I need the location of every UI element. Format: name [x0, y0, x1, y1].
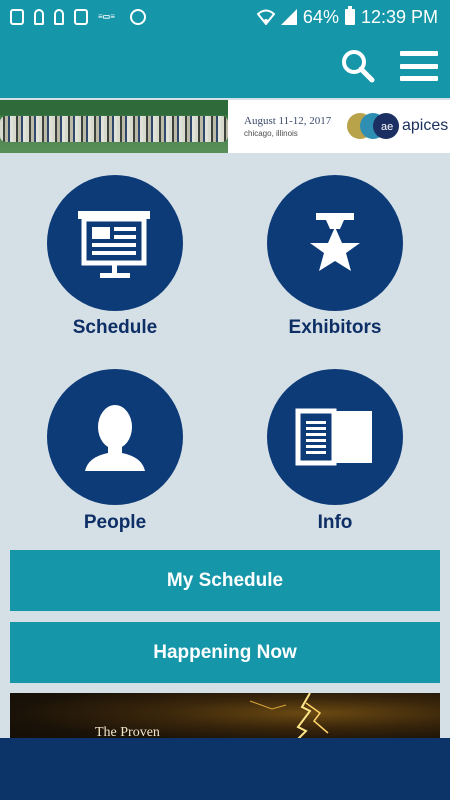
sync-notification-icon — [130, 9, 146, 25]
search-button[interactable] — [340, 48, 376, 84]
banner-location: chicago, illinois — [244, 129, 298, 138]
group-photo — [0, 100, 228, 153]
battery-icon — [344, 6, 355, 25]
schedule-tile[interactable]: Schedule — [30, 175, 200, 355]
search-icon — [342, 50, 375, 83]
bottom-bar — [0, 738, 450, 800]
app-notification-icon: ≡▭≡ — [98, 12, 115, 21]
system-status: 64% 12:39 PM — [256, 0, 438, 34]
banner-date: August 11-12, 2017 — [244, 115, 332, 127]
info-label: Info — [317, 512, 353, 533]
sponsor-ad-image[interactable]: The Proven — [10, 693, 440, 743]
apices-logo-icon: ae — [347, 113, 399, 139]
event-banner[interactable]: August 11-12, 2017 chicago, illinois ae … — [0, 100, 450, 153]
wifi-icon — [256, 9, 275, 25]
clock: 12:39 PM — [360, 6, 438, 27]
open-book-icon — [295, 408, 372, 466]
people-label: People — [83, 512, 147, 533]
notification-icons: ≡▭≡ — [0, 9, 146, 25]
happening-now-button[interactable]: Happening Now — [10, 622, 440, 683]
app-bar — [0, 34, 450, 98]
hamburger-icon — [400, 51, 438, 56]
lightning-icon — [249, 693, 329, 743]
person-icon — [85, 405, 145, 471]
my-schedule-button[interactable]: My Schedule — [10, 550, 440, 611]
info-tile[interactable]: Info — [250, 369, 420, 549]
schedule-label: Schedule — [72, 317, 158, 338]
presentation-board-icon — [78, 211, 150, 278]
exhibitors-label: Exhibitors — [288, 317, 382, 338]
keyhole-notification-icon — [54, 9, 64, 25]
exhibitors-tile[interactable]: Exhibitors — [250, 175, 420, 355]
chat-notification-icon — [10, 9, 24, 25]
brand-name: apices — [402, 117, 449, 134]
status-bar: ≡▭≡ 64% 12:39 PM — [0, 0, 450, 34]
logo-letters: ae — [381, 121, 393, 133]
image-notification-icon — [74, 9, 88, 25]
signal-icon — [280, 9, 297, 25]
menu-button[interactable] — [400, 51, 438, 81]
people-tile[interactable]: People — [30, 369, 200, 549]
battery-percent: 64% — [302, 6, 339, 27]
lock-notification-icon — [34, 9, 44, 25]
star-badge-icon — [310, 213, 360, 271]
